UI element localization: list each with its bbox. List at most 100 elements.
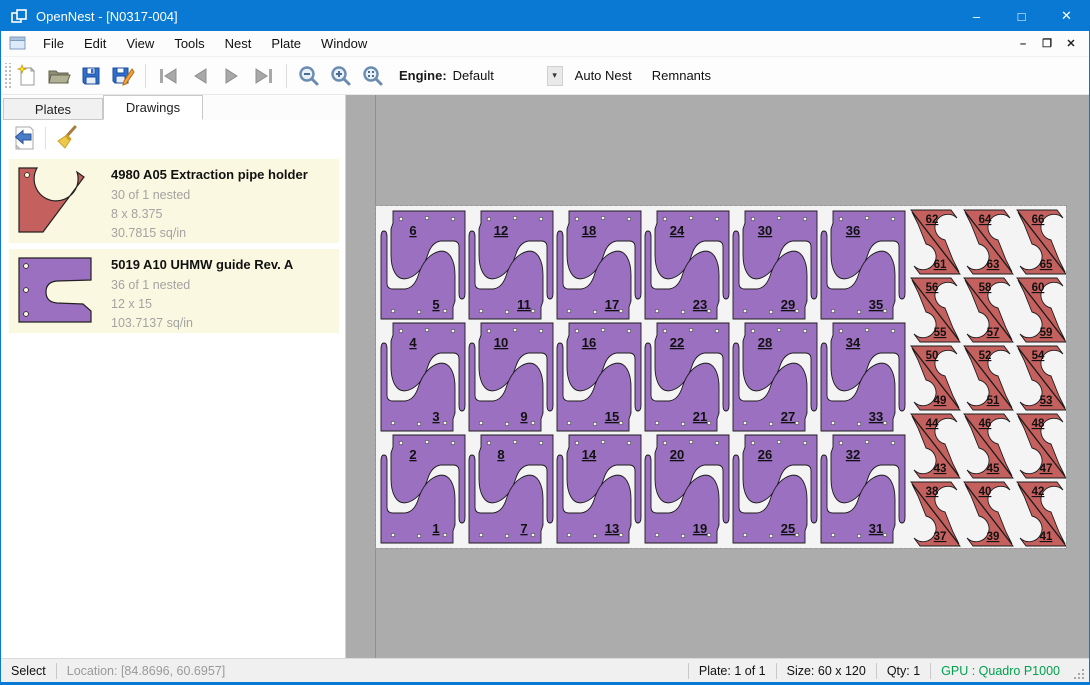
zoom-fit-button[interactable] <box>357 61 389 91</box>
nest-pair-cell-purple[interactable]: 1413 <box>557 435 641 543</box>
nest-pair-cell-purple[interactable]: 1817 <box>557 211 641 319</box>
maximize-button[interactable]: □ <box>999 1 1044 31</box>
part-number-label: 9 <box>520 409 527 424</box>
part-thumbnail-extraction-pipe-holder <box>17 166 95 236</box>
drawing-item-4980[interactable]: 4980 A05 Extraction pipe holder 30 of 1 … <box>9 159 339 243</box>
part-number-label: 27 <box>781 409 795 424</box>
mdi-minimize-button[interactable]: – <box>1013 35 1033 53</box>
part-number-label: 25 <box>781 521 795 536</box>
drawing-item-5019[interactable]: 5019 A10 UHMW guide Rev. A 36 of 1 neste… <box>9 249 339 333</box>
nest-pair-cell-purple[interactable]: 2221 <box>645 323 729 431</box>
nest-pair-cell-red[interactable]: 5049 <box>911 346 960 410</box>
drill-hole <box>751 329 755 333</box>
part-number-label: 51 <box>987 395 1000 407</box>
nest-pair-cell-purple[interactable]: 3433 <box>821 323 905 431</box>
nest-pair-cell-purple[interactable]: 2423 <box>645 211 729 319</box>
nested-parts-layout[interactable]: 6512111817242330293635431091615222128273… <box>376 206 1066 548</box>
drill-hole <box>655 309 659 313</box>
auto-nest-button[interactable]: Auto Nest <box>567 63 640 88</box>
part-number-label: 55 <box>934 327 947 339</box>
menu-window[interactable]: Window <box>311 32 377 55</box>
tab-plates[interactable]: Plates <box>3 98 103 120</box>
part-number-label: 56 <box>926 282 939 294</box>
menu-nest[interactable]: Nest <box>215 32 262 55</box>
drill-hole <box>513 216 517 220</box>
menu-view[interactable]: View <box>116 32 164 55</box>
nest-pair-cell-red[interactable]: 4847 <box>1017 414 1066 478</box>
nest-pair-cell-purple[interactable]: 21 <box>381 435 465 543</box>
save-button[interactable] <box>75 61 107 91</box>
menu-file[interactable]: File <box>33 32 74 55</box>
next-plate-button[interactable] <box>216 61 248 91</box>
nest-pair-cell-red[interactable]: 6059 <box>1017 278 1066 342</box>
minimize-button[interactable]: – <box>954 1 999 31</box>
nest-pair-cell-purple[interactable]: 65 <box>381 211 465 319</box>
nest-pair-cell-purple[interactable]: 43 <box>381 323 465 431</box>
nest-pair-cell-purple[interactable]: 1211 <box>469 211 553 319</box>
nest-pair-cell-red[interactable]: 6665 <box>1017 210 1066 274</box>
open-file-button[interactable] <box>43 61 75 91</box>
panel-tabs: Plates Drawings <box>1 95 345 120</box>
part-number-label: 15 <box>605 409 619 424</box>
previous-plate-button[interactable] <box>184 61 216 91</box>
nest-pair-cell-purple[interactable]: 2827 <box>733 323 817 431</box>
nest-pair-cell-red[interactable]: 4443 <box>911 414 960 478</box>
part-number-label: 39 <box>987 531 1000 543</box>
menu-plate[interactable]: Plate <box>261 32 311 55</box>
toolbar-grip[interactable] <box>3 63 11 89</box>
mdi-restore-button[interactable]: ❐ <box>1037 35 1057 53</box>
drill-hole <box>857 534 861 538</box>
status-plate-count: Plate: 1 of 1 <box>689 664 776 678</box>
nest-pair-cell-purple[interactable]: 3029 <box>733 211 817 319</box>
save-as-button[interactable] <box>107 61 139 91</box>
last-plate-button[interactable] <box>248 61 280 91</box>
nest-pair-cell-red[interactable]: 5857 <box>964 278 1013 342</box>
remnants-button[interactable]: Remnants <box>644 63 719 88</box>
first-plate-button[interactable] <box>152 61 184 91</box>
nest-pair-cell-purple[interactable]: 3635 <box>821 211 905 319</box>
new-file-button[interactable] <box>11 61 43 91</box>
part-number-label: 24 <box>670 223 685 238</box>
plate-sheet[interactable]: 6512111817242330293635431091615222128273… <box>376 206 1066 548</box>
nest-canvas[interactable]: 6512111817242330293635431091615222128273… <box>346 95 1089 658</box>
mdi-close-button[interactable]: ✕ <box>1061 35 1081 53</box>
nest-pair-cell-purple[interactable]: 109 <box>469 323 553 431</box>
menu-edit[interactable]: Edit <box>74 32 116 55</box>
menu-tools[interactable]: Tools <box>164 32 214 55</box>
zoom-out-button[interactable] <box>293 61 325 91</box>
nest-pair-cell-red[interactable]: 4241 <box>1017 482 1066 546</box>
return-drawing-button[interactable] <box>9 124 39 152</box>
nest-pair-cell-red[interactable]: 6463 <box>964 210 1013 274</box>
drill-hole <box>715 217 719 221</box>
nest-pair-cell-purple[interactable]: 2625 <box>733 435 817 543</box>
part-number-label: 34 <box>846 335 861 350</box>
zoom-in-button[interactable] <box>325 61 357 91</box>
status-mode: Select <box>1 664 56 678</box>
close-button[interactable]: ✕ <box>1044 1 1089 31</box>
resize-grip[interactable] <box>1072 667 1086 681</box>
nest-pair-cell-red[interactable]: 5251 <box>964 346 1013 410</box>
mdi-document-icon[interactable] <box>9 36 27 51</box>
nest-pair-cell-purple[interactable]: 2019 <box>645 435 729 543</box>
nest-pair-cell-red[interactable]: 4039 <box>964 482 1013 546</box>
part-number-label: 4 <box>409 335 417 350</box>
engine-dropdown-arrow[interactable]: ▾ <box>547 66 563 86</box>
drill-hole <box>681 534 685 538</box>
tab-drawings[interactable]: Drawings <box>103 95 203 120</box>
drill-hole <box>795 421 799 425</box>
part-number-label: 12 <box>494 223 508 238</box>
drill-hole <box>425 440 429 444</box>
engine-combobox[interactable]: Default <box>453 68 533 83</box>
nest-pair-cell-red[interactable]: 56 55 <box>911 278 960 342</box>
nest-pair-cell-purple[interactable]: 3231 <box>821 435 905 543</box>
nest-pair-cell-purple[interactable]: 1615 <box>557 323 641 431</box>
clear-drawings-button[interactable] <box>52 124 82 152</box>
nest-pair-cell-red[interactable]: 3837 <box>911 482 960 546</box>
drill-hole <box>601 328 605 332</box>
drill-hole <box>883 309 887 313</box>
nest-pair-cell-red[interactable]: 5453 <box>1017 346 1066 410</box>
drill-hole <box>627 217 631 221</box>
nest-pair-cell-red[interactable]: 4645 <box>964 414 1013 478</box>
nest-pair-cell-red[interactable]: 6261 <box>911 210 960 274</box>
nest-pair-cell-purple[interactable]: 87 <box>469 435 553 543</box>
